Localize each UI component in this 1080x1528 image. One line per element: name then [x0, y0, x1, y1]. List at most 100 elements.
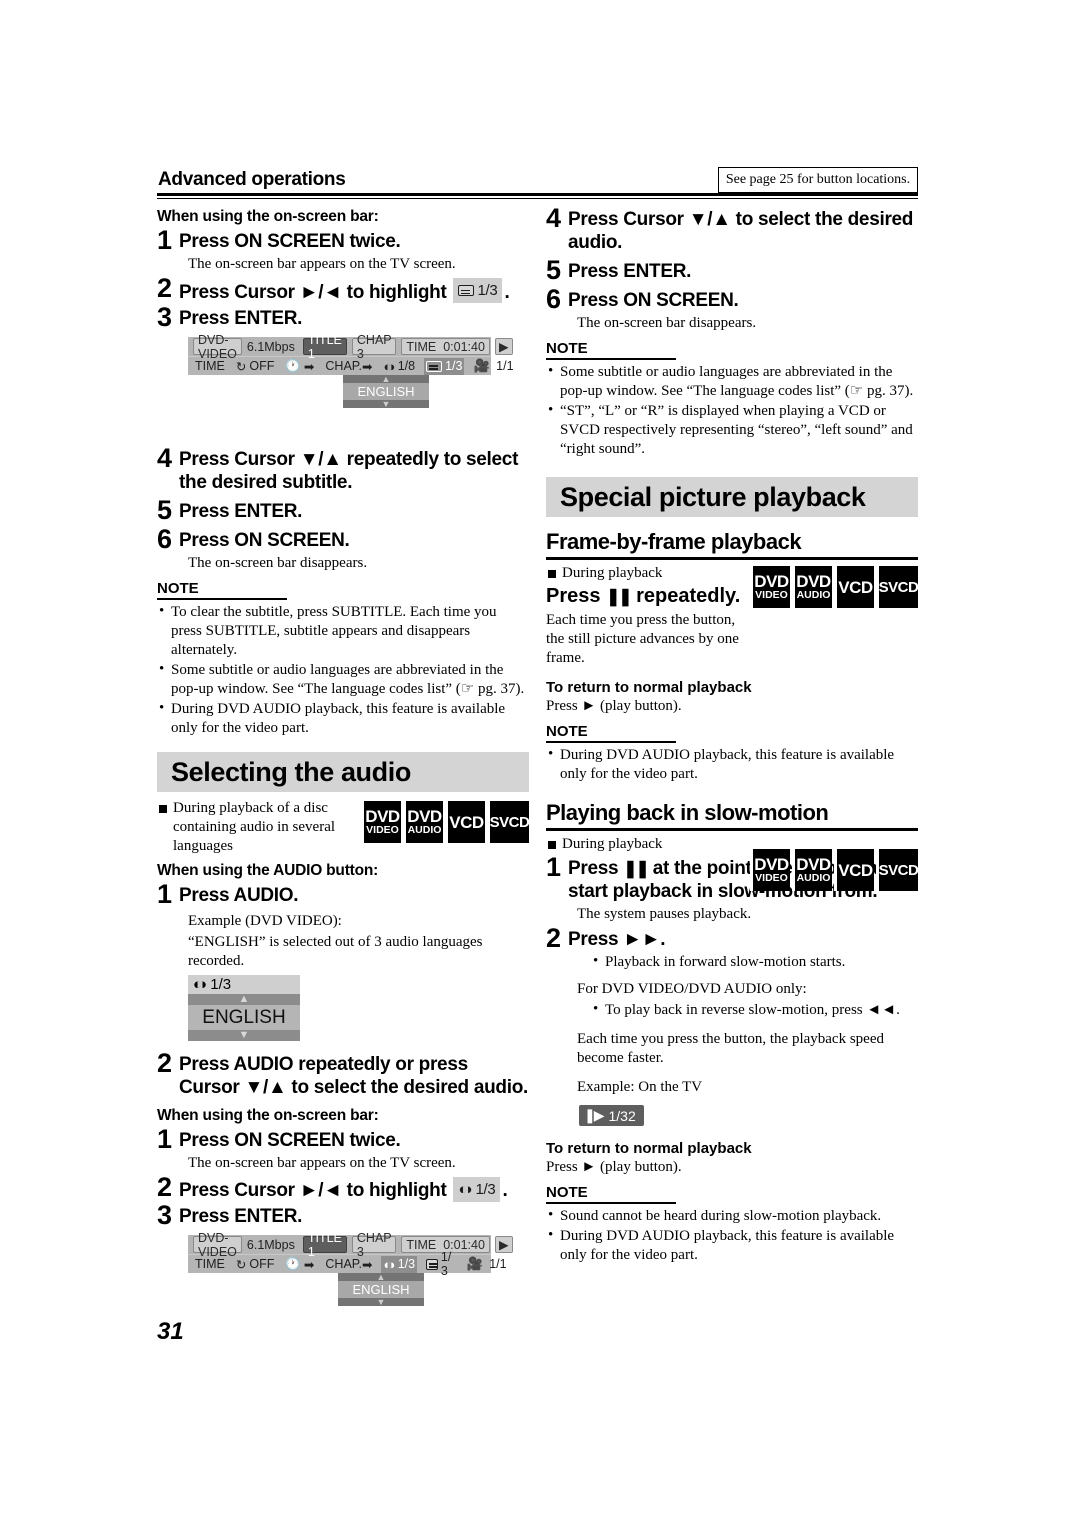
note-block-subtitle: NOTE To clear the subtitle, press SUBTIT… — [157, 580, 529, 738]
audio-item: ◐◑ 1/8 — [381, 358, 417, 375]
frame-return-heading: To return to normal playback — [546, 679, 752, 696]
badge-svcd: SVCD — [876, 849, 919, 891]
repeat-value: OFF — [249, 359, 275, 373]
slow-speed-chip: ❚▶ 1/32 — [579, 1105, 644, 1126]
subtitle-item: 1/ 3 — [424, 1250, 457, 1278]
next-arrow-icon: ▶ — [494, 338, 513, 355]
badge-vcd: VCD — [834, 849, 874, 891]
disc-badges-slow: DVD VIDEO DVD AUDIO VCD SVCD — [750, 849, 919, 891]
subtitle-value: 1/3 — [445, 359, 463, 373]
step-text: Press AUDIO. — [179, 885, 299, 906]
repeat-icon: ↻ — [235, 1257, 247, 1272]
arrow-icon: ➡ — [303, 359, 315, 374]
badge-dvd-audio: DVD AUDIO — [792, 566, 832, 608]
bitrate-label: 6.1Mbps — [246, 339, 295, 354]
arrow-icon: ➡ — [362, 1257, 373, 1272]
step-1-audio: 1 Press AUDIO. — [157, 879, 529, 909]
note-item: During DVD AUDIO playback, this feature … — [546, 1226, 918, 1265]
step-5-subtitle: 5 Press ENTER. — [157, 497, 529, 524]
badge-line1: SVCD — [878, 861, 919, 879]
slow-example-label: Example: On the TV — [577, 1079, 703, 1095]
onscreen-bar-row-top: DVD-VIDEO 6.1Mbps TITLE 1 CHAP 3 TIME 0:… — [188, 333, 513, 361]
bullet-square-icon — [159, 805, 167, 813]
badge-line1: DVD — [796, 572, 831, 591]
step-number: 6 — [546, 284, 562, 314]
step-number: 5 — [546, 255, 562, 285]
audio-icon: ◐◑ — [193, 976, 207, 993]
disc-badges-frame: DVD VIDEO DVD AUDIO VCD SVCD — [750, 566, 919, 608]
heading-onscreen-bar-subtitle: When using the on-screen bar: — [157, 208, 379, 225]
arrow-icon: ➡ — [303, 1257, 315, 1272]
step-text: Press ON SCREEN twice. — [179, 231, 401, 252]
slow-speed-value: 1/32 — [608, 1107, 636, 1124]
note-block-slow: NOTE Sound cannot be heard during slow-m… — [546, 1184, 918, 1265]
step-text: Press Cursor ►/◄ to highlight 1/3 . — [179, 276, 510, 304]
badge-dvd-audio: DVD AUDIO — [403, 801, 443, 843]
onscreen-bar-row-bottom: TIME ↻ OFF 🕐 ➡ CHAP. ➡ ◐◑ 1/3 1/ 3 🎥 1/1 — [188, 1250, 507, 1278]
slow-bullet-reverse: To play back in reverse slow-motion, pre… — [591, 1000, 918, 1020]
repeat-icon: ↻ — [235, 359, 247, 374]
badge-line1: DVD — [754, 855, 789, 874]
chapter-chip: CHAP 3 — [351, 333, 397, 361]
bullet-text: During playback of a disc containing aud… — [173, 800, 336, 854]
note-label: NOTE — [546, 1184, 588, 1201]
step-number: 2 — [157, 273, 173, 303]
badge-line2: VIDEO — [366, 824, 399, 836]
button-locations-note: See page 25 for button locations. — [718, 167, 918, 193]
step-1-audio-osb: 1 Press ON SCREEN twice. — [157, 1126, 529, 1153]
chapter-chip: CHAP 3 — [351, 1231, 397, 1259]
badge-dvd-video: DVD VIDEO — [750, 849, 790, 891]
badge-line1: DVD — [754, 572, 789, 591]
disc-badges-audio: DVD VIDEO DVD AUDIO VCD SVCD — [361, 801, 530, 843]
frame-bullet: During playback — [546, 564, 750, 583]
step-3-subtitle: 3 Press ENTER. — [157, 304, 529, 331]
chapter-label: CHAP. — [325, 1257, 362, 1271]
subtitle-value: 1/ 3 — [440, 1250, 452, 1278]
step-6-audio-detail: The on-screen bar disappears. — [577, 315, 757, 331]
step-2-audio: 2 Press AUDIO repeatedly or press Cursor… — [157, 1050, 529, 1099]
audio-language-popup: ◐◑ 1/3 ▲ ENGLISH ▼ — [188, 975, 300, 1041]
subtitle-icon — [426, 360, 443, 372]
step-text: Press Cursor ▼/▲ to select the desired a… — [568, 209, 914, 253]
subtitle-item: 1/3 — [424, 357, 465, 375]
section-title-selecting-the-audio: Selecting the audio — [157, 752, 529, 792]
badge-vcd: VCD — [445, 801, 485, 843]
note-block-frame: NOTE During DVD AUDIO playback, this fea… — [546, 723, 918, 784]
heading-rule — [546, 828, 918, 831]
note-label: NOTE — [157, 580, 199, 597]
audio-value: 1/8 — [397, 359, 416, 373]
frame-body-text: Each time you press the button, the stil… — [546, 612, 739, 666]
subtitle-icon — [458, 285, 475, 296]
page-number: 31 — [157, 1318, 184, 1345]
angle-icon: 🎥 — [473, 358, 490, 373]
note-rule — [157, 598, 287, 600]
title-chip: TITLE 1 — [302, 333, 347, 361]
slow-bullet-forward: Playback in forward slow-motion starts. — [591, 952, 918, 972]
step-text-pre: Press — [568, 858, 619, 879]
note-item: Some subtitle or audio languages are abb… — [546, 362, 918, 401]
pause-icon: ❚❚ — [606, 587, 632, 606]
note-item: “ST”, “L” or “R” is displayed when playi… — [546, 401, 918, 459]
subtitle-indicator-badge: 1/3 — [453, 278, 503, 303]
heading-onscreen-bar-audio: When using the on-screen bar: — [157, 1107, 379, 1124]
badge-value: 1/3 — [475, 1181, 496, 1198]
note-item: During DVD AUDIO playback, this feature … — [157, 699, 529, 738]
badge-dvd-video: DVD VIDEO — [750, 566, 790, 608]
step-number: 4 — [157, 443, 173, 473]
bullet-square-icon — [548, 841, 556, 849]
step-number: 1 — [157, 879, 173, 909]
badge-line2: AUDIO — [796, 872, 831, 884]
audio-item: ◐◑ 1/3 — [381, 1255, 418, 1273]
right-column: 4 Press Cursor ▼/▲ to select the desired… — [546, 205, 919, 1266]
step-1-subtitle: 1 Press ON SCREEN twice. — [157, 227, 529, 254]
pause-icon: ❚❚ — [623, 859, 649, 878]
popup-language: ENGLISH — [343, 383, 429, 400]
step-text: Press ENTER. — [568, 261, 692, 282]
language-popup-1: ▲ ENGLISH ▼ — [343, 375, 429, 409]
angle-value: 1/1 — [496, 359, 514, 373]
slow-speed-text: Each time you press the button, the play… — [577, 1031, 884, 1066]
step-text-post: . — [502, 1180, 508, 1201]
title-chip: TITLE 1 — [302, 1231, 347, 1259]
bullet-square-icon — [548, 570, 556, 578]
step-1-slow-detail: The system pauses playback. — [577, 906, 752, 922]
